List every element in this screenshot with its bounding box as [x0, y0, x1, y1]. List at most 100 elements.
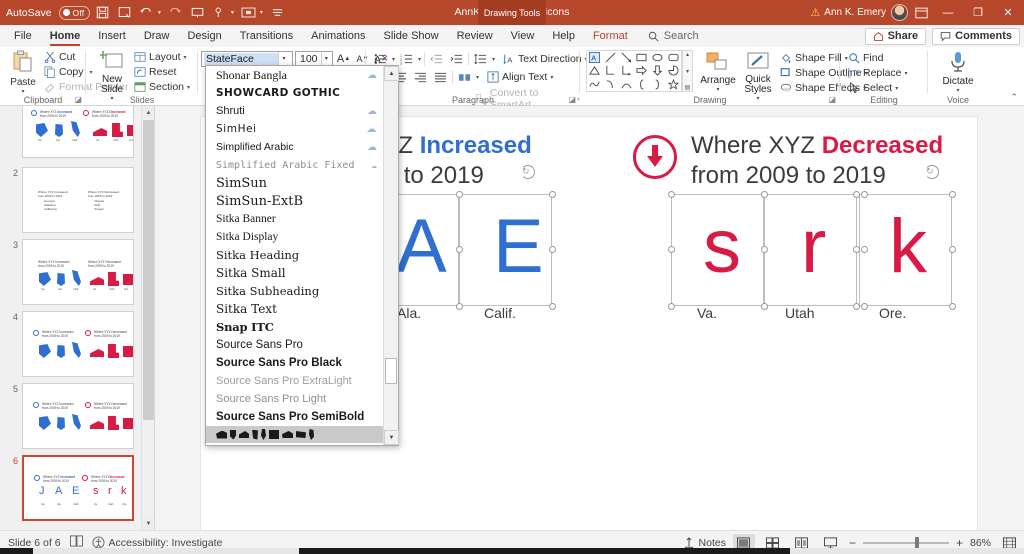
- columns-button[interactable]: [456, 69, 473, 85]
- font-size-value[interactable]: 100: [298, 53, 321, 65]
- touch-mode-icon[interactable]: [209, 3, 229, 23]
- undo-dropdown-caret[interactable]: ▾: [155, 9, 163, 16]
- comments-button[interactable]: Comments: [932, 28, 1020, 45]
- increase-indent-button[interactable]: [448, 51, 465, 67]
- decrease-arrow-badge-icon[interactable]: [633, 135, 677, 179]
- present-online-icon[interactable]: [187, 3, 207, 23]
- line-spacing-caret[interactable]: ▾: [492, 56, 495, 63]
- shape-down-arrow-icon[interactable]: [650, 64, 666, 77]
- resize-handle[interactable]: [761, 246, 768, 253]
- resize-handle[interactable]: [861, 191, 868, 198]
- shape-textbox-icon[interactable]: A: [587, 51, 603, 64]
- resize-handle[interactable]: [853, 191, 860, 198]
- close-button[interactable]: ✕: [994, 0, 1022, 25]
- bullets-caret[interactable]: ▾: [392, 56, 395, 63]
- numbering-caret[interactable]: ▾: [418, 56, 421, 63]
- shape-rectangle-icon[interactable]: [634, 51, 650, 64]
- notes-button[interactable]: Notes: [683, 537, 726, 549]
- font-item-shonar-bangla[interactable]: Shonar Bangla ☁: [206, 66, 383, 84]
- collapse-ribbon-button[interactable]: ⌃: [1010, 92, 1018, 103]
- align-text-button[interactable]: Align Text ▾: [487, 71, 553, 83]
- font-scroll-down-icon[interactable]: ▼: [384, 430, 399, 445]
- shapes-gallery-scrollbar[interactable]: ▴ ▾ ▤: [682, 50, 693, 92]
- share-button[interactable]: Share: [865, 28, 927, 45]
- font-item-simhei[interactable]: SimHei ☁: [206, 120, 383, 138]
- layout-button[interactable]: Layout ▾: [134, 51, 190, 63]
- shape-fill-caret[interactable]: ▾: [257, 9, 265, 16]
- shape-right-brace-icon[interactable]: [650, 78, 666, 91]
- resize-handle[interactable]: [456, 303, 463, 310]
- slide-thumbnail-panel[interactable]: Where XYZ Increased from 2009 to 2019 Wh…: [0, 106, 155, 530]
- tab-review[interactable]: Review: [449, 25, 501, 47]
- justify-button[interactable]: [432, 69, 449, 85]
- minimize-button[interactable]: —: [934, 0, 962, 25]
- state-letter-or[interactable]: k: [889, 209, 927, 285]
- font-dropdown-items[interactable]: Shonar Bangla ☁ SHOWCARD GOTHIC Shruti ☁…: [206, 66, 383, 445]
- resize-handle[interactable]: [949, 246, 956, 253]
- font-dropdown-scrollbar[interactable]: ▲ ▼: [383, 66, 398, 445]
- font-name-value[interactable]: StateFace: [204, 53, 278, 65]
- touch-mode-caret[interactable]: ▾: [228, 9, 236, 16]
- state-letter-al[interactable]: A: [396, 209, 447, 285]
- shape-star-icon[interactable]: [665, 78, 681, 91]
- resize-handle[interactable]: [549, 246, 556, 253]
- autosave-toggle[interactable]: Off: [59, 6, 91, 20]
- shape-elbow-arrow-icon[interactable]: [618, 64, 634, 77]
- tab-slide-show[interactable]: Slide Show: [376, 25, 447, 47]
- slide-thumbnail-3[interactable]: Where XYZ Increased from 2009 to 2019 Wh…: [22, 239, 134, 305]
- font-item-sitka-text[interactable]: Sitka Text: [206, 300, 383, 318]
- customize-qat-icon[interactable]: [267, 3, 287, 23]
- shape-rounded-rect-icon[interactable]: [665, 51, 681, 64]
- resize-handle[interactable]: [549, 191, 556, 198]
- font-item-sitka-small[interactable]: Sitka Small: [206, 264, 383, 282]
- zoom-knob[interactable]: [915, 537, 919, 549]
- scrollbar-thumb[interactable]: [143, 120, 154, 420]
- state-label-or[interactable]: Ore.: [879, 305, 906, 321]
- heading-right-line2[interactable]: from 2009 to 2019: [691, 161, 886, 191]
- font-dropdown-list[interactable]: Shonar Bangla ☁ SHOWCARD GOTHIC Shruti ☁…: [205, 65, 399, 446]
- slide-thumbnail-1[interactable]: Where XYZ Increased from 2009 to 2019 Wh…: [22, 106, 134, 158]
- tab-home[interactable]: Home: [42, 25, 89, 47]
- font-item-sitka-subheading[interactable]: Sitka Subheading: [206, 282, 383, 300]
- restore-button[interactable]: ❐: [964, 0, 992, 25]
- paste-button[interactable]: Paste ▾: [6, 50, 40, 95]
- state-letter-va[interactable]: s: [703, 209, 741, 285]
- search-box[interactable]: Search: [648, 30, 699, 42]
- resize-handle[interactable]: [456, 191, 463, 198]
- rotate-handle-left-heading[interactable]: ↻: [521, 165, 535, 179]
- font-item-simplified-arabic[interactable]: Simplified Arabic ☁: [206, 138, 383, 156]
- font-item-source-sans-pro-extralight[interactable]: Source Sans Pro ExtraLight: [206, 372, 383, 390]
- resize-handle[interactable]: [761, 191, 768, 198]
- font-item-source-sans-pro-semibold[interactable]: Source Sans Pro SemiBold: [206, 408, 383, 426]
- slide-panel-scrollbar[interactable]: ▲ ▼: [141, 106, 154, 530]
- shapes-gallery[interactable]: A: [586, 50, 682, 92]
- contextual-tab-drawing-tools[interactable]: Drawing Tools: [478, 0, 546, 25]
- font-item-simplified-arabic-fixed[interactable]: Simplified Arabic Fixed ☁: [206, 156, 383, 174]
- shape-line-icon[interactable]: [603, 51, 619, 64]
- font-item-stateface[interactable]: [206, 426, 383, 443]
- shape-elbow-connector-icon[interactable]: [603, 64, 619, 77]
- section-button[interactable]: Section ▾: [134, 81, 190, 93]
- shape-scribble-icon[interactable]: [587, 78, 603, 91]
- heading-right-line1[interactable]: Where XYZ Decreased: [691, 131, 943, 161]
- select-button[interactable]: Select ▾: [848, 82, 908, 94]
- tab-help[interactable]: Help: [544, 25, 583, 47]
- resize-handle[interactable]: [668, 246, 675, 253]
- slide-thumbnail-row[interactable]: 5 Where XYZ Increased from 2009 to 2019 …: [0, 380, 154, 452]
- font-size-caret[interactable]: ▾: [321, 52, 331, 66]
- font-name-caret[interactable]: ▾: [278, 52, 289, 66]
- tab-insert[interactable]: Insert: [90, 25, 134, 47]
- tab-draw[interactable]: Draw: [136, 25, 178, 47]
- tab-file[interactable]: File: [6, 25, 40, 47]
- font-item-source-sans-pro-black[interactable]: Source Sans Pro Black: [206, 354, 383, 372]
- font-item-shruti[interactable]: Shruti ☁: [206, 102, 383, 120]
- drawing-dialog-launcher[interactable]: ◪: [828, 95, 836, 104]
- account-name[interactable]: Ann K. Emery: [824, 7, 886, 18]
- tab-animations[interactable]: Animations: [303, 25, 373, 47]
- rotate-handle-right-heading[interactable]: ↻: [925, 165, 939, 179]
- align-right-button[interactable]: [412, 69, 429, 85]
- shape-fill-quick-icon[interactable]: [238, 3, 258, 23]
- tab-format[interactable]: Format: [585, 25, 636, 47]
- columns-caret[interactable]: ▾: [476, 74, 479, 81]
- slide-thumbnail-row[interactable]: 3 Where XYZ Increased from 2009 to 2019 …: [0, 236, 154, 308]
